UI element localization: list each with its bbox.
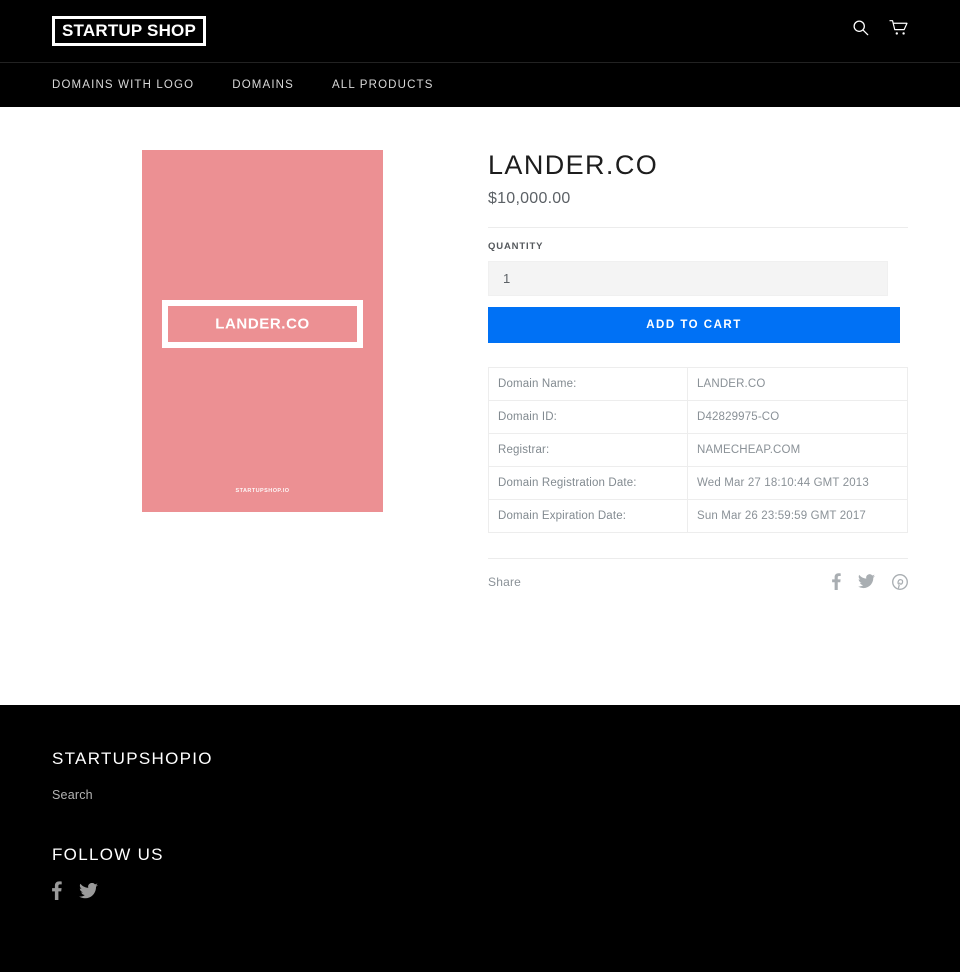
- product-page-main: LANDER.CO STARTUPSHOP.IO LANDER.CO $10,0…: [0, 107, 960, 705]
- footer-heading: STARTUPSHOPIO: [52, 749, 213, 768]
- domain-details-table: Domain Name: LANDER.CO Domain ID: D42829…: [488, 367, 908, 533]
- header-icon-group: [852, 19, 908, 36]
- twitter-icon[interactable]: [79, 882, 98, 899]
- detail-key: Registrar:: [488, 433, 688, 467]
- twitter-icon[interactable]: [858, 574, 875, 589]
- detail-value: NAMECHEAP.COM: [687, 433, 908, 467]
- table-row: Domain ID: D42829975-CO: [488, 400, 908, 434]
- add-to-cart-button[interactable]: ADD TO CART: [488, 307, 900, 343]
- facebook-icon[interactable]: [832, 573, 841, 590]
- detail-key: Domain Name:: [488, 367, 688, 401]
- quantity-label: QUANTITY: [488, 241, 544, 252]
- site-footer: STARTUPSHOPIO Search FOLLOW US © 2017, s…: [0, 705, 960, 972]
- product-image-label: LANDER.CO: [215, 315, 310, 333]
- share-icon-group: [832, 573, 908, 590]
- social-icon-group: [52, 881, 908, 900]
- divider: [488, 227, 908, 228]
- product-image-watermark: STARTUPSHOP.IO: [235, 488, 290, 494]
- table-row: Registrar: NAMECHEAP.COM: [488, 433, 908, 467]
- logo-box: STARTUP SHOP: [52, 16, 207, 46]
- site-logo[interactable]: STARTUP SHOP: [52, 16, 207, 46]
- detail-value: Wed Mar 27 18:10:44 GMT 2013: [687, 466, 908, 500]
- logo-text: STARTUP SHOP: [62, 21, 197, 40]
- share-label: Share: [488, 574, 522, 589]
- detail-value: D42829975-CO: [687, 400, 908, 434]
- table-row: Domain Registration Date: Wed Mar 27 18:…: [488, 466, 908, 500]
- detail-value: LANDER.CO: [687, 367, 908, 401]
- table-row: Domain Expiration Date: Sun Mar 26 23:59…: [488, 499, 908, 533]
- main-navigation: DOMAINS WITH LOGO DOMAINS ALL PRODUCTS: [0, 62, 960, 107]
- footer-link-search[interactable]: Search: [52, 788, 908, 802]
- follow-us-heading: FOLLOW US: [52, 845, 164, 864]
- product-image-frame: LANDER.CO: [162, 300, 363, 348]
- cart-icon[interactable]: [889, 19, 908, 36]
- site-header: STARTUP SHOP: [0, 0, 960, 62]
- detail-key: Domain ID:: [488, 400, 688, 434]
- divider: [488, 558, 908, 559]
- facebook-icon[interactable]: [52, 881, 62, 900]
- search-icon[interactable]: [852, 19, 869, 36]
- quantity-input[interactable]: [488, 261, 888, 296]
- page-title: LANDER.CO: [488, 150, 659, 180]
- nav-item-all-products[interactable]: ALL PRODUCTS: [332, 79, 434, 91]
- nav-item-domains-with-logo[interactable]: DOMAINS WITH LOGO: [52, 79, 194, 91]
- product-info: LANDER.CO $10,000.00 QUANTITY ADD TO CAR…: [488, 149, 908, 590]
- product-price: $10,000.00: [488, 190, 571, 207]
- share-row: Share: [488, 573, 908, 590]
- table-row: Domain Name: LANDER.CO: [488, 367, 908, 401]
- pinterest-icon[interactable]: [892, 573, 908, 590]
- detail-key: Domain Registration Date:: [488, 466, 688, 500]
- nav-item-domains[interactable]: DOMAINS: [232, 79, 294, 91]
- detail-value: Sun Mar 26 23:59:59 GMT 2017: [687, 499, 908, 533]
- product-image[interactable]: LANDER.CO STARTUPSHOP.IO: [142, 150, 383, 512]
- detail-key: Domain Expiration Date:: [488, 499, 688, 533]
